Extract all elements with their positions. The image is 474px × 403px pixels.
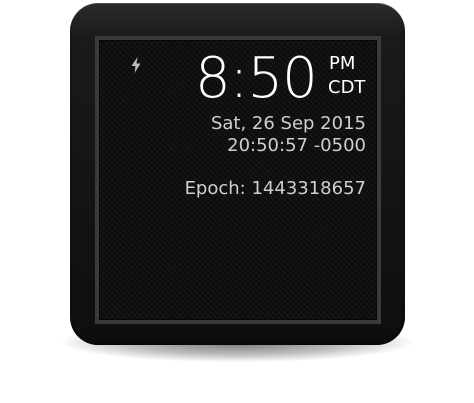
timezone-label: CDT (328, 77, 366, 98)
watch-preview: 8:50 PM CDT Sat, 26 Sep 2015 20:50:57 -0… (0, 0, 474, 403)
lightning-bolt-icon (131, 57, 141, 73)
time-24h-display: 20:50:57 -0500 (227, 135, 366, 156)
epoch-display: Epoch: 1443318657 (184, 178, 366, 199)
date-display: Sat, 26 Sep 2015 (210, 113, 366, 134)
time-display: 8:50 (195, 46, 318, 111)
am-pm-indicator: PM (329, 53, 356, 74)
watch-screen[interactable]: 8:50 PM CDT Sat, 26 Sep 2015 20:50:57 -0… (99, 40, 377, 320)
